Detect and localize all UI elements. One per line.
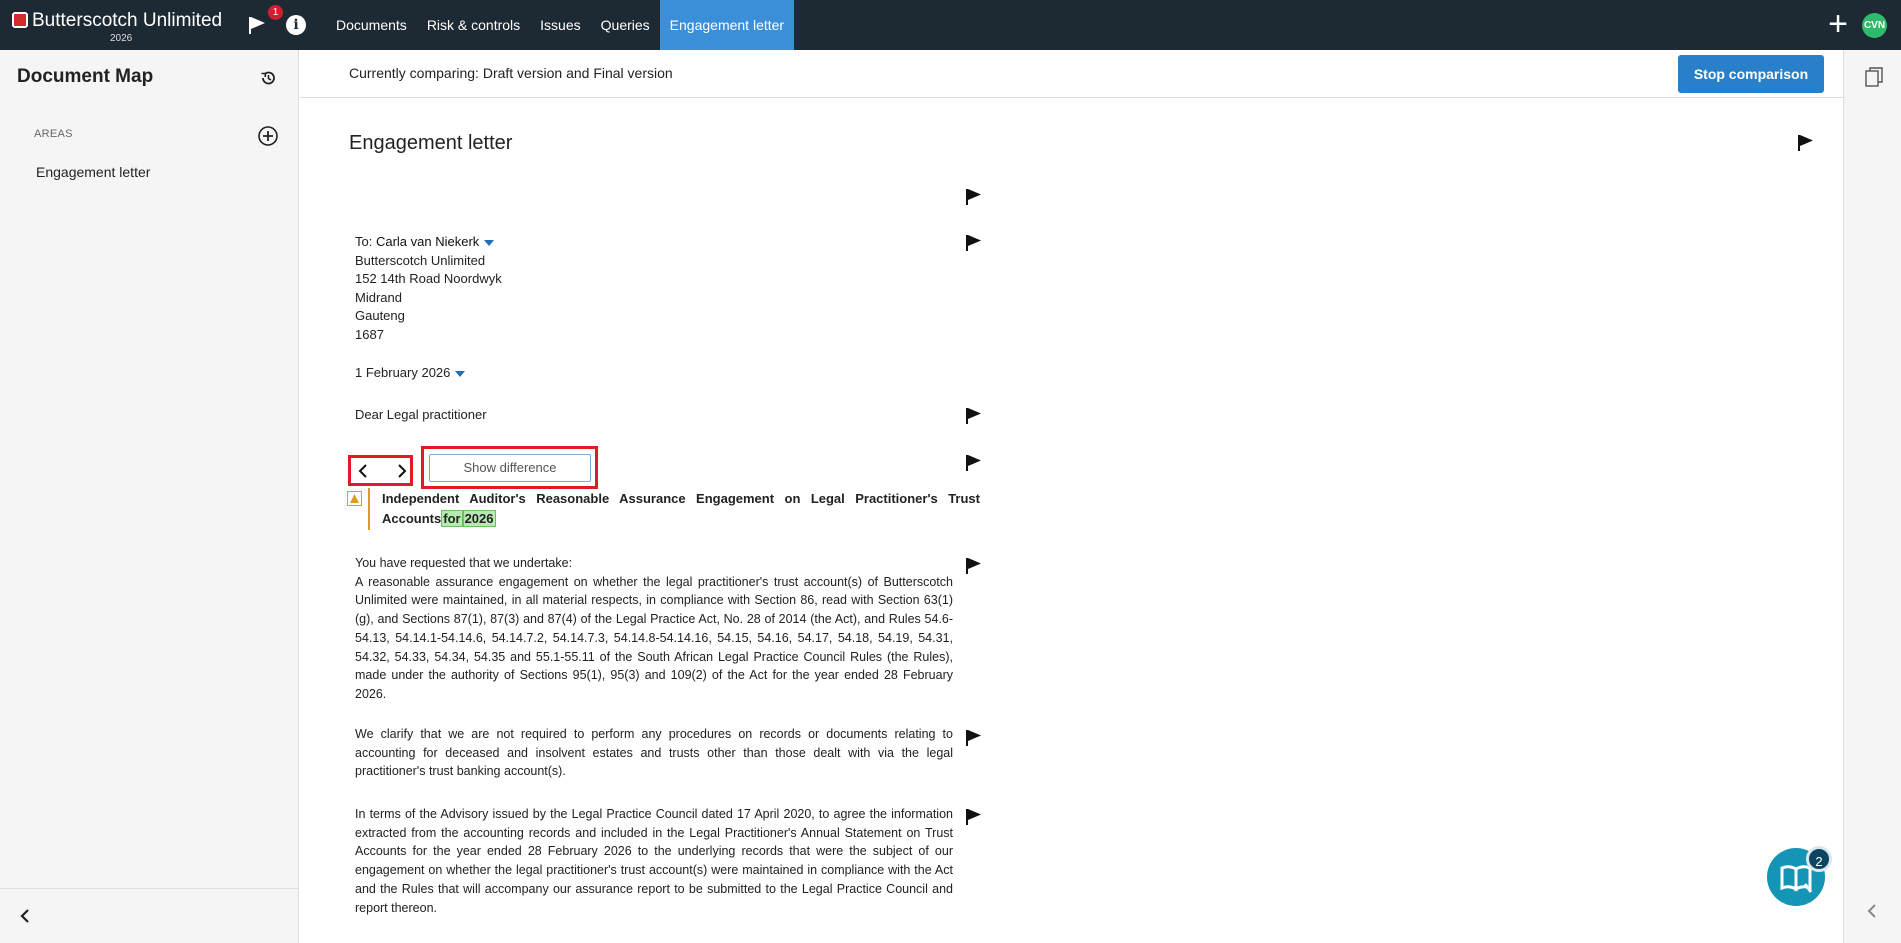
paragraph: You have requested that we undertake: A … [355,554,953,704]
flag-icon[interactable] [964,188,982,206]
nav-queries[interactable]: Queries [591,0,660,50]
flag-icon[interactable] [246,14,268,36]
recipient-line[interactable]: To: Carla van Niekerk [355,233,502,252]
page-title: Engagement letter [349,132,513,154]
nav-issues[interactable]: Issues [530,0,590,50]
comparison-status: Currently comparing: Draft version and F… [349,65,673,81]
salutation: Dear Legal practitioner [355,407,487,422]
expand-panel-icon[interactable] [1863,902,1881,920]
areas-label: AREAS [34,128,73,140]
collapse-sidebar-icon[interactable] [16,907,34,925]
change-indicator [368,488,370,530]
app-root: Butterscotch Unlimited 2026 1 i Document… [0,0,1901,943]
show-difference-button[interactable]: Show difference [429,454,591,482]
inserted-text: 2026 [462,509,496,527]
add-area-icon[interactable] [257,125,279,147]
flag-icon[interactable] [964,454,982,472]
address-line: Butterscotch Unlimited [355,252,486,268]
next-difference-icon[interactable] [393,463,409,479]
recipient-name: Carla van Niekerk [375,234,480,249]
warning-icon[interactable] [347,491,362,506]
flag-icon[interactable] [1796,134,1814,152]
section-heading: Independent Auditor's Reasonable Assuran… [382,489,980,528]
flag-icon[interactable] [964,234,982,252]
add-icon[interactable]: + [1823,7,1853,41]
nav-documents[interactable]: Documents [326,0,417,50]
letter-date[interactable]: 1 February 2026 [355,365,466,380]
address-line: 152 14th Road Noordwyk [355,271,502,287]
paragraph: In terms of the Advisory issued by the L… [355,807,953,915]
right-rail [1843,50,1901,943]
main-nav: Documents Risk & controls Issues Queries… [326,0,795,50]
address-line: 1687 [355,326,384,342]
nav-risk-controls[interactable]: Risk & controls [417,0,530,50]
brand-name: Butterscotch Unlimited [32,10,223,31]
paragraph-body: A reasonable assurance engagement on whe… [355,574,953,701]
document-area: Engagement letter To: Carla van Niekerk … [300,99,1843,943]
copy-icon[interactable] [1865,67,1883,87]
difference-navigation [348,455,413,486]
address-line: Gauteng [355,308,405,324]
chevron-down-icon[interactable] [484,239,495,246]
comparison-bar: Currently comparing: Draft version and F… [300,50,1843,98]
flag-icon[interactable] [964,729,982,747]
sidebar-divider [0,888,298,889]
brand-year: 2026 [110,33,133,44]
avatar[interactable]: CVN [1862,13,1887,38]
nav-engagement-letter[interactable]: Engagement letter [659,0,795,50]
brand-logo-icon [12,12,28,28]
flag-icon[interactable] [964,407,982,425]
date-value: 1 February 2026 [355,365,451,380]
flag-icon[interactable] [964,808,982,826]
sidebar-title: Document Map [17,66,154,87]
sidebar-item-engagement-letter[interactable]: Engagement letter [36,164,150,180]
previous-difference-icon[interactable] [356,463,372,479]
history-icon[interactable] [259,69,277,87]
top-bar: Butterscotch Unlimited 2026 1 i Document… [0,0,1901,50]
paragraph-intro: You have requested that we undertake: [355,556,573,570]
notification-badge: 1 [268,5,283,20]
stop-comparison-button[interactable]: Stop comparison [1678,55,1824,93]
document-map-sidebar: Document Map AREAS Engagement letter [0,50,299,943]
chevron-down-icon[interactable] [455,370,466,377]
show-difference-highlight: Show difference [421,446,598,489]
inserted-text: for [441,509,463,527]
to-label: To: [355,234,373,249]
info-icon[interactable]: i [286,15,306,35]
chat-badge: 2 [1806,846,1832,872]
address-line: Midrand [355,289,402,305]
flag-icon[interactable] [964,557,982,575]
recipient-address: To: Carla van Niekerk Butterscotch Unlim… [355,233,502,345]
paragraph: We clarify that we are not required to p… [355,727,953,779]
